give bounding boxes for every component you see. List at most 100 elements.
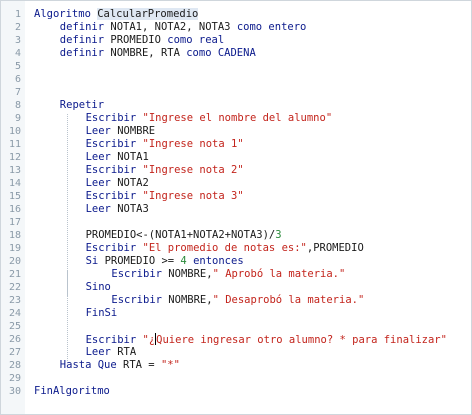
code-line[interactable]: 15 Escribir "Ingrese nota 3" <box>1 190 471 203</box>
keyword-token: Leer <box>85 151 118 163</box>
keyword-token: Leer <box>85 203 118 215</box>
code-line[interactable]: 29 <box>1 372 471 385</box>
line-code: Escribir "Ingrese nota 3" <box>86 190 244 203</box>
code-line[interactable]: 3 definir PROMEDIO como real <box>1 34 471 47</box>
line-number: 2 <box>14 22 21 33</box>
code-line[interactable]: 23 Escribir NOMBRE," Desaprobó la materia… <box>1 294 471 307</box>
code-line[interactable]: 26 Escribir "¿Quiere ingresar otro alumno… <box>1 333 471 346</box>
line-number: 20 <box>8 256 21 267</box>
code-line[interactable]: 17 <box>1 216 471 229</box>
code-line[interactable]: 24 FinSi <box>1 307 471 320</box>
line-code: Leer NOMBRE <box>86 125 156 138</box>
code-line[interactable]: 10 Leer NOMBRE <box>1 125 471 138</box>
line-code: Escribir "El promedio de notas es:",PROM… <box>86 242 364 255</box>
code-line[interactable]: 4 definir NOMBRE, RTA como CADENA <box>1 47 471 60</box>
line-number: 3 <box>14 35 21 46</box>
line-code: Leer NOTA3 <box>86 203 149 216</box>
code-line[interactable]: 11 Escribir "Ingrese nota 1" <box>1 138 471 151</box>
line-number: 12 <box>8 152 21 163</box>
identifier-token: NOTA1, NOTA2, NOTA3 <box>110 21 237 33</box>
line-code: Sino <box>86 281 111 294</box>
line-code: Escribir "Ingrese el nombre del alumno" <box>86 112 333 125</box>
line-code: Leer RTA <box>86 346 137 359</box>
line-code: Escribir "¿Quiere ingresar otro alumno? … <box>86 333 447 347</box>
code-line[interactable]: 14 Leer NOTA2 <box>1 177 471 190</box>
keyword-token: Escribir <box>85 190 143 202</box>
identifier-token: NOTA2 <box>117 177 149 189</box>
code-line[interactable]: 8 Repetir <box>1 99 471 112</box>
code-line[interactable]: 1 Algoritmo CalcularPromedio <box>1 8 471 21</box>
code-line[interactable]: 20 Si PROMEDIO >= 4 entonces <box>1 255 471 268</box>
string-literal: " Aprobó la materia." <box>212 268 346 280</box>
line-number: 29 <box>8 373 21 384</box>
keyword-token: Escribir <box>85 164 143 176</box>
string-literal: "*" <box>160 359 180 371</box>
keyword-token: Escribir <box>85 138 143 150</box>
line-number: 5 <box>14 61 21 72</box>
line-number: 13 <box>8 165 21 176</box>
keyword-token: Escribir <box>85 112 143 124</box>
code-line[interactable]: 6 <box>1 73 471 86</box>
code-line[interactable]: 19 Escribir "El promedio de notas es:",PR… <box>1 242 471 255</box>
code-line[interactable]: 18 PROMEDIO<-(NOTA1+NOTA2+NOTA3)/3 <box>1 229 471 242</box>
code-line[interactable]: 25 <box>1 320 471 333</box>
identifier-token: NOMBRE, <box>168 268 213 280</box>
keyword-token: Escribir <box>85 334 143 346</box>
line-number: 15 <box>8 191 21 202</box>
line-code: PROMEDIO<-(NOTA1+NOTA2+NOTA3)/3 <box>86 229 282 242</box>
line-number: 30 <box>8 386 21 397</box>
identifier-token: PROMEDIO >= <box>104 255 181 267</box>
code-line[interactable]: 7 <box>1 86 471 99</box>
string-literal: "¿ <box>142 334 156 346</box>
line-number: 10 <box>8 126 21 137</box>
keyword-token: Leer <box>85 177 118 189</box>
line-number: 18 <box>8 230 21 241</box>
keyword-token: Si <box>85 255 105 267</box>
line-number: 8 <box>14 100 21 111</box>
line-number: 27 <box>8 347 21 358</box>
string-literal: "El promedio de notas es:" <box>142 242 307 254</box>
keyword-token: como CADENA <box>186 47 256 59</box>
line-code: Escribir "Ingrese nota 1" <box>86 138 244 151</box>
identifier-token: ,PROMEDIO <box>306 242 364 254</box>
code-line[interactable]: 2 definir NOTA1, NOTA2, NOTA3 como entero <box>1 21 471 34</box>
identifier-token: NOMBRE <box>117 125 156 137</box>
keyword-token: Escribir <box>111 294 169 306</box>
code-line[interactable]: 12 Leer NOTA1 <box>1 151 471 164</box>
code-line[interactable]: 30 FinAlgoritmo <box>1 385 471 398</box>
number-literal: 3 <box>275 229 282 241</box>
line-number: 19 <box>8 243 21 254</box>
code-editor[interactable]: 1 Algoritmo CalcularPromedio 2 definir NOTA… <box>0 0 472 415</box>
line-code: Escribir NOMBRE," Aprobó la materia." <box>111 268 345 281</box>
line-code: Escribir "Ingrese nota 2" <box>86 164 244 177</box>
code-line[interactable]: 21 Escribir NOMBRE," Aprobó la materia." <box>1 268 471 281</box>
keyword-token: Algoritmo <box>34 8 98 20</box>
identifier-token: RTA = <box>123 359 161 371</box>
code-line[interactable]: 22 Sino <box>1 281 471 294</box>
code-line[interactable]: 27 Leer RTA <box>1 346 471 359</box>
line-number: 17 <box>8 217 21 228</box>
keyword-token: entonces <box>186 255 244 267</box>
line-code: Repetir <box>60 99 104 112</box>
line-number: 7 <box>14 87 21 98</box>
code-line[interactable]: 5 <box>1 60 471 73</box>
line-number: 4 <box>14 48 21 59</box>
identifier-token: PROMEDIO <box>110 34 168 46</box>
keyword-token: Leer <box>85 346 118 358</box>
code-line[interactable]: 28 Hasta Que RTA = "*" <box>1 359 471 372</box>
string-literal: " Desaprobó la materia." <box>212 294 365 306</box>
line-number: 26 <box>8 334 21 345</box>
code-line[interactable]: 9 Escribir "Ingrese el nombre del alumno" <box>1 112 471 125</box>
string-literal: Quiere ingresar otro alumno? * para fina… <box>156 334 447 346</box>
keyword-token: Sino <box>85 281 111 293</box>
code-line[interactable]: 13 Escribir "Ingrese nota 2" <box>1 164 471 177</box>
keyword-token: FinAlgoritmo <box>34 385 110 397</box>
line-number: 9 <box>14 113 21 124</box>
line-number: 25 <box>8 321 21 332</box>
keyword-token: Escribir <box>111 268 169 280</box>
string-literal: "Ingrese nota 2" <box>142 164 244 176</box>
line-number: 21 <box>8 269 21 280</box>
line-number: 16 <box>8 204 21 215</box>
keyword-token: FinSi <box>85 307 118 319</box>
code-line[interactable]: 16 Leer NOTA3 <box>1 203 471 216</box>
